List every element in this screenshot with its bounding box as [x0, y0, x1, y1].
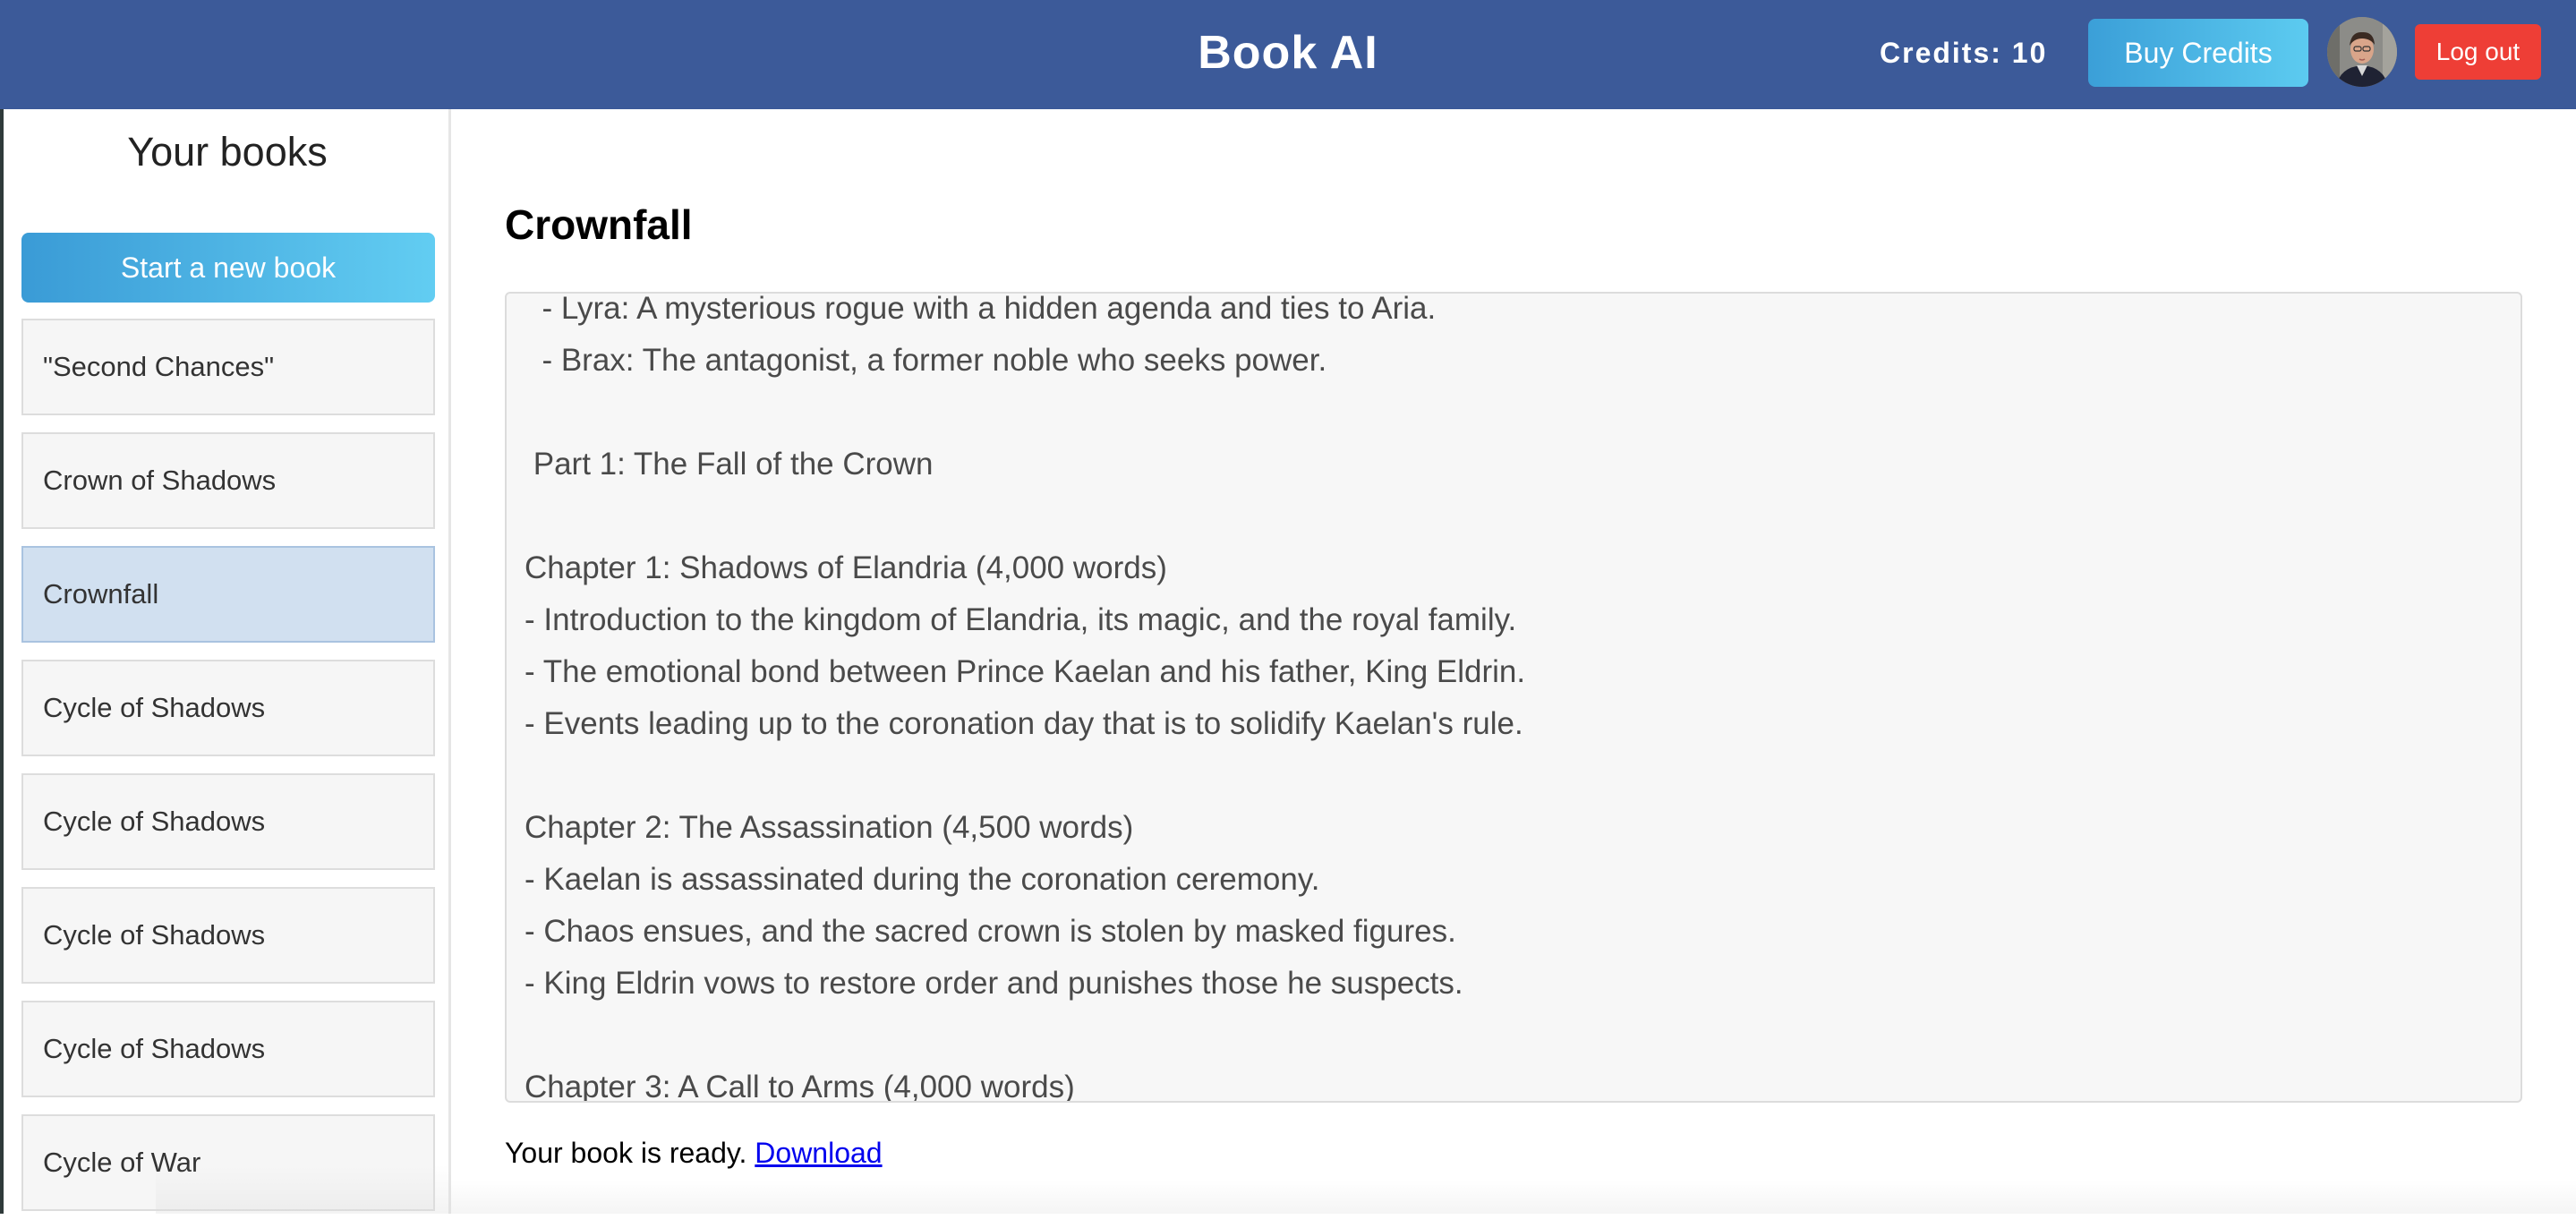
start-new-book-button[interactable]: Start a new book — [21, 233, 435, 303]
outline-line: - Events leading up to the coronation da… — [525, 706, 1523, 741]
buy-credits-button[interactable]: Buy Credits — [2088, 19, 2308, 87]
book-list-item[interactable]: "Second Chances" — [21, 319, 435, 415]
book-list-item[interactable]: Cycle of Shadows — [21, 1001, 435, 1097]
top-bar: Book AI Credits: 10 Buy Credits Log out — [0, 0, 2576, 109]
sidebar-title: Your books — [127, 129, 328, 175]
ready-text: Your book is ready. — [505, 1137, 755, 1169]
book-outline-textarea[interactable]: - Lyra: A mysterious rogue with a hidden… — [505, 292, 2522, 1103]
outline-line — [525, 750, 2494, 802]
outline-line — [525, 1010, 2494, 1062]
book-list-item-selected[interactable]: Crownfall — [21, 546, 435, 643]
download-link[interactable]: Download — [755, 1137, 882, 1169]
outline-line: Chapter 3: A Call to Arms (4,000 words) — [525, 1070, 1075, 1103]
main-fade-overlay — [451, 1180, 2576, 1214]
book-list-item[interactable]: Cycle of Shadows — [21, 887, 435, 984]
outline-text: - Lyra: A mysterious rogue with a hidden… — [525, 292, 2494, 1103]
book-list-item[interactable]: Crown of Shadows — [21, 432, 435, 529]
outline-line — [525, 490, 2494, 542]
book-list-item[interactable]: Cycle of Shadows — [21, 660, 435, 756]
book-title: Crownfall — [505, 201, 693, 248]
user-avatar-icon — [2327, 17, 2397, 87]
outline-line: - Chaos ensues, and the sacred crown is … — [525, 914, 1456, 949]
outline-line: - King Eldrin vows to restore order and … — [525, 966, 1463, 1001]
logout-button[interactable]: Log out — [2415, 24, 2541, 80]
outline-line: - Brax: The antagonist, a former noble w… — [525, 343, 1327, 378]
outline-line — [525, 387, 2494, 439]
outline-line: Part 1: The Fall of the Crown — [525, 447, 934, 482]
sidebar: Your books Start a new book "Second Chan… — [0, 109, 451, 1214]
outline-line: - The emotional bond between Prince Kael… — [525, 654, 1526, 689]
book-ready-message: Your book is ready. Download — [505, 1137, 883, 1170]
book-list-item[interactable]: Cycle of Shadows — [21, 773, 435, 870]
credits-balance: Credits: 10 — [1880, 37, 2048, 69]
outline-line: - Introduction to the kingdom of Elandri… — [525, 602, 1517, 637]
outline-line: Chapter 2: The Assassination (4,500 word… — [525, 810, 1134, 845]
outline-line: - Kaelan is assassinated during the coro… — [525, 862, 1320, 897]
outline-line: - Lyra: A mysterious rogue with a hidden… — [525, 292, 1437, 326]
avatar[interactable] — [2327, 17, 2397, 87]
outline-line: Chapter 1: Shadows of Elandria (4,000 wo… — [525, 550, 1167, 585]
main-content: Crownfall - Lyra: A mysterious rogue wit… — [451, 109, 2576, 1214]
book-list-item[interactable]: Cycle of War — [21, 1114, 435, 1211]
book-list: "Second Chances" Crown of Shadows Crownf… — [21, 319, 435, 1228]
